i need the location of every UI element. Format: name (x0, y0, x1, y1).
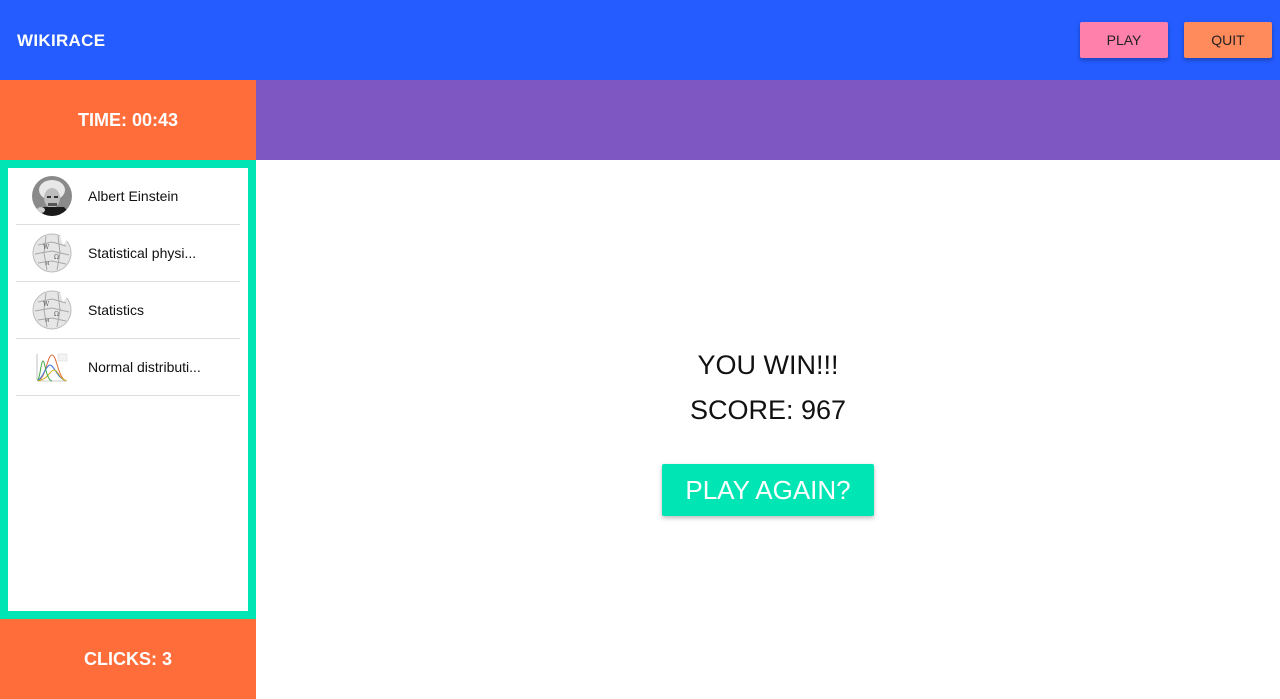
normal-distribution-chart-icon (32, 347, 72, 387)
clicks-panel: CLICKS: 3 (0, 619, 256, 699)
list-item[interactable]: Albert Einstein (16, 168, 240, 225)
list-item[interactable]: W Ω И Statistics (16, 282, 240, 339)
score-text: SCORE: 967 (689, 395, 847, 425)
clicks-text: CLICKS: 3 (83, 648, 172, 669)
list-item-label: Statistics (88, 302, 145, 318)
play-again-button[interactable]: PLAY AGAIN? (662, 464, 874, 516)
timer-panel: TIME: 00:43 (0, 80, 256, 160)
target-banner (256, 80, 1280, 160)
result-area: YOU WIN!!! SCORE: 967 PLAY AGAIN? (256, 160, 1280, 699)
svg-text:W: W (43, 244, 50, 251)
win-message: YOU WIN!!! (697, 350, 839, 380)
einstein-photo-icon (32, 176, 72, 216)
path-history-panel: Albert Einstein W Ω И Statistical physi.… (0, 160, 256, 619)
path-history-list: Albert Einstein W Ω И Statistical physi.… (8, 168, 248, 611)
svg-text:Ω: Ω (54, 311, 59, 318)
svg-text:И: И (45, 318, 50, 324)
play-button[interactable]: PLAY (1080, 22, 1168, 58)
list-item[interactable]: Normal distributi... (16, 339, 240, 396)
list-item-label: Normal distributi... (88, 359, 201, 375)
top-app-bar: WIKIRACE PLAY QUIT (0, 0, 1280, 80)
list-item[interactable]: W Ω И Statistical physi... (16, 225, 240, 282)
svg-text:И: И (45, 261, 50, 267)
app-title: WIKIRACE (17, 31, 106, 50)
wikipedia-globe-icon: W Ω И (32, 233, 72, 273)
svg-text:Ω: Ω (54, 254, 59, 261)
quit-button[interactable]: QUIT (1184, 22, 1272, 58)
list-item-label: Albert Einstein (88, 188, 179, 204)
timer-text: TIME: 00:43 (77, 109, 179, 130)
list-item-label: Statistical physi... (88, 245, 197, 261)
svg-text:W: W (43, 301, 50, 308)
wikipedia-globe-icon: W Ω И (32, 290, 72, 330)
